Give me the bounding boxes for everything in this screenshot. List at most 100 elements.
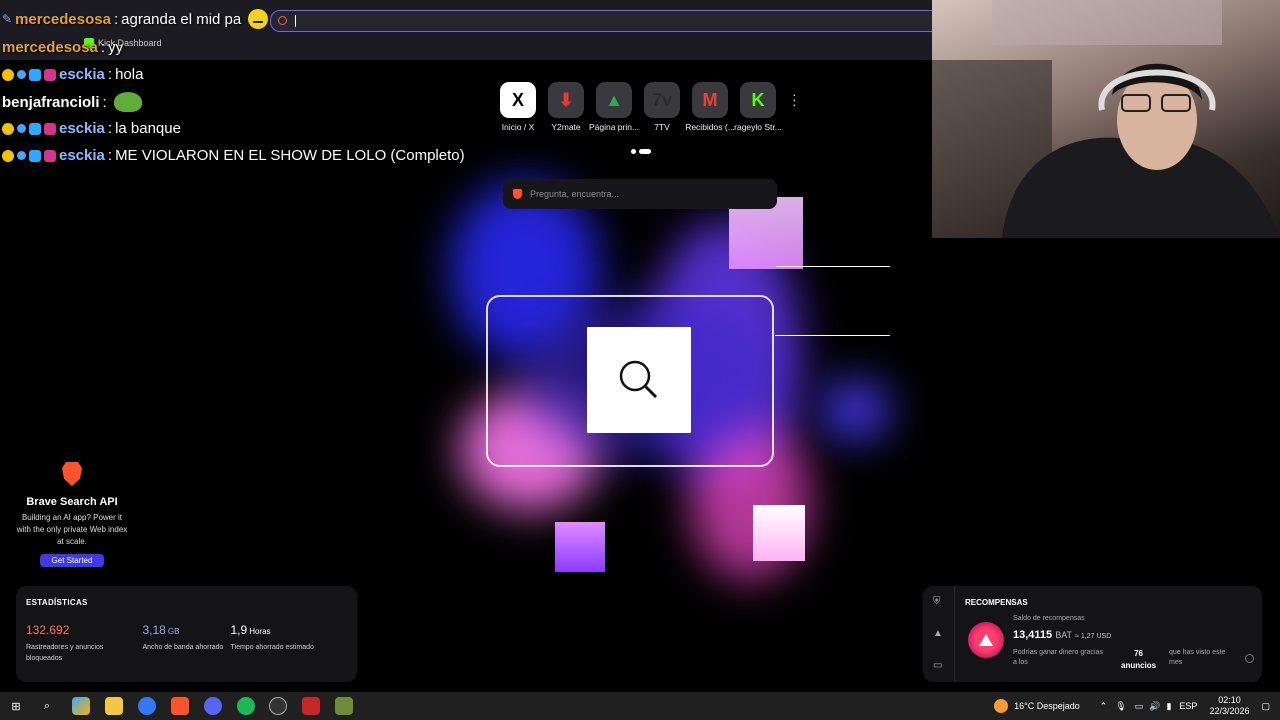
network-icon[interactable]: ▭ <box>1135 701 1144 712</box>
spotify-icon[interactable] <box>237 697 255 715</box>
top-site-tile[interactable]: ⬇ Y2mate <box>546 82 586 132</box>
user-badges <box>2 149 56 162</box>
chrome-icon[interactable] <box>138 697 156 715</box>
info-icon[interactable] <box>1245 654 1254 663</box>
page-dot-active[interactable] <box>639 149 651 154</box>
chat-text: yy <box>108 39 124 56</box>
clock-date: 22/3/2026 <box>1209 706 1250 716</box>
webcam-image <box>932 0 1280 238</box>
chat-username: esckia <box>59 147 105 164</box>
stats-title: ESTADÍSTICAS <box>26 598 88 607</box>
chat-username: benjafrancioli <box>2 93 100 111</box>
stat-label: Tiempo ahorrado estimado <box>230 644 314 651</box>
ads-count-value: 76 <box>1134 649 1144 658</box>
verified-badge-icon <box>44 122 56 135</box>
top-site-tile[interactable]: Krageylo Str... <box>734 82 782 132</box>
stat-value: 3,18 <box>142 623 166 637</box>
dot-badge-icon <box>17 151 26 160</box>
balance-value: 13,4115 BAT ≈ 1,27 USD <box>1013 629 1111 641</box>
bat-triangle-icon[interactable]: ▲ <box>933 628 944 639</box>
earn-text: Podrías ganar dinero gracias a los <box>1013 649 1103 666</box>
volume-icon[interactable]: 🔊 <box>1149 701 1160 712</box>
gmail-icon: M <box>692 82 728 118</box>
kick-icon: K <box>740 82 776 118</box>
microphone-icon[interactable]: 🎙 <box>1115 701 1126 712</box>
api-description: Building an AI app? Power it with the on… <box>16 513 128 546</box>
chat-username: esckia <box>59 66 105 83</box>
cube-badge-icon <box>29 149 41 162</box>
user-badges <box>2 122 56 135</box>
notifications-icon[interactable]: ▢ <box>1261 701 1270 712</box>
chat-text: ME VIOLARON EN EL SHOW DE LOLO (Completo… <box>115 147 465 164</box>
clock-time: 02:10 <box>1218 695 1241 705</box>
app-icon[interactable] <box>335 697 353 715</box>
chat-text: agranda el mid pa <box>121 10 242 28</box>
balance-usd: ≈ 1,27 USD <box>1075 633 1112 640</box>
user-badges <box>2 68 56 81</box>
x-icon: X <box>500 82 536 118</box>
y2mate-icon: ⬇ <box>548 82 584 118</box>
language-indicator[interactable]: ESP <box>1179 701 1197 711</box>
top-sites-pager[interactable] <box>631 149 651 154</box>
top-site-tile[interactable]: 7v 7TV <box>642 82 682 132</box>
clock[interactable]: 02:10 22/3/2026 <box>1209 695 1249 717</box>
weather-icon <box>994 699 1009 713</box>
search-placeholder: Pregunta, encuentra... <box>530 189 620 199</box>
brave-icon[interactable] <box>171 697 189 715</box>
ads-count-label: anuncios <box>1121 661 1157 670</box>
cube-badge-icon <box>29 68 41 81</box>
weather-text[interactable]: 16°C Despejado <box>1014 701 1080 711</box>
balance-currency: BAT <box>1055 630 1073 640</box>
dot-badge-icon <box>17 124 26 133</box>
sub-badge-icon <box>2 68 14 81</box>
top-sites: X Inicio / X ⬇ Y2mate ▲ Página prin... 7v 7TV M R… <box>498 82 782 132</box>
7tv-icon: 7v <box>644 82 680 118</box>
cube-badge-icon <box>29 122 41 135</box>
stats-widget: ESTADÍSTICAS 132.692 Rastreadores y anun… <box>16 586 357 682</box>
windows-start-icon[interactable]: ⊞ <box>7 697 25 715</box>
search-icon[interactable]: ⌕ <box>38 697 56 715</box>
top-site-tile[interactable]: X Inicio / X <box>498 82 538 132</box>
stat-trackers: 132.692 Rastreadores y anuncios bloquead… <box>26 621 143 664</box>
system-tray: 16°C Despejado ⌃ 🎙 ▭ 🔊 ▮ ESP 02:10 22/3/… <box>994 692 1280 720</box>
more-options-icon[interactable]: · · · <box>792 87 802 111</box>
copilot-icon[interactable] <box>72 697 90 715</box>
chat-message: esckia: la banque <box>2 120 181 137</box>
top-site-tile[interactable]: ▲ Página prin... <box>589 82 639 132</box>
sub-badge-icon <box>2 149 14 162</box>
chat-message: esckia: ME VIOLARON EN EL SHOW DE LOLO (… <box>2 147 465 164</box>
brave-logo-icon <box>513 189 522 199</box>
page-dot[interactable] <box>631 149 636 154</box>
chevron-up-icon[interactable]: ⌃ <box>1100 701 1108 712</box>
ntp-search-box[interactable]: Pregunta, encuentra... <box>503 179 777 209</box>
search-illustration <box>587 327 691 433</box>
get-started-button[interactable]: Get Started <box>39 554 105 567</box>
bat-logo-icon <box>968 622 1004 658</box>
stat-label: Ancho de banda ahorrado <box>142 644 224 651</box>
battery-icon[interactable]: ▮ <box>1166 701 1171 712</box>
address-bar[interactable] <box>270 10 932 32</box>
sub-badge-icon <box>2 122 14 135</box>
wallet-icon[interactable]: ▭ <box>933 660 944 671</box>
ads-count: 76 anuncios <box>1121 648 1156 672</box>
discord-icon[interactable] <box>204 697 222 715</box>
chat-text: la banque <box>115 120 181 137</box>
pin-icon: ✎ <box>2 12 13 26</box>
file-explorer-icon[interactable] <box>105 697 123 715</box>
brave-lion-logo-icon <box>62 462 82 486</box>
stat-unit: GB <box>167 627 180 636</box>
top-site-tile[interactable]: M Recibidos (... <box>685 82 735 132</box>
brave-search-api-card: Brave Search API Building an AI app? Pow… <box>14 462 130 568</box>
chat-message: mercedesosa: yy <box>2 39 124 56</box>
shield-icon[interactable]: ⛨ <box>933 596 944 607</box>
obs-icon[interactable] <box>269 697 287 715</box>
chat-message: benjafrancioli: <box>2 92 142 112</box>
google-drive-icon: ▲ <box>596 82 632 118</box>
chat-username: mercedesosa <box>2 39 98 56</box>
stat-bandwidth: 3,18 GB Ancho de banda ahorrado <box>143 621 231 664</box>
app-icon[interactable] <box>302 697 320 715</box>
rewards-widget: ⛨ ▲ ▭ RECOMPENSAS Saldo de recompensas 1… <box>923 586 1262 682</box>
record-icon <box>278 16 287 25</box>
dot-badge-icon <box>17 70 26 79</box>
seen-text: que has visto este mes <box>1169 649 1226 666</box>
